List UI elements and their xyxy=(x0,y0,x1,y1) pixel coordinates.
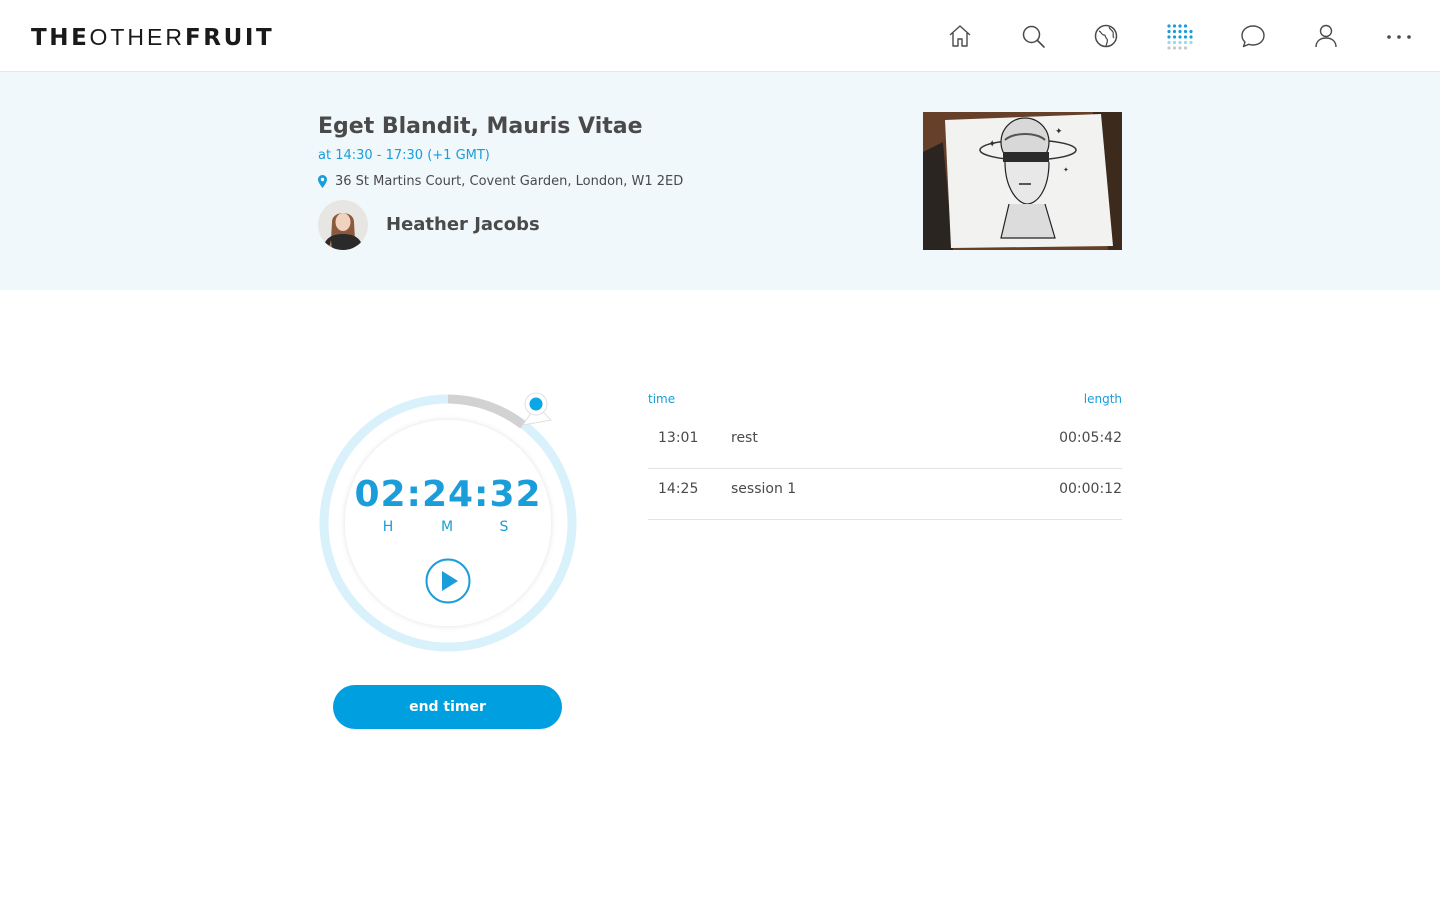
play-icon xyxy=(425,558,471,604)
svg-text:✦: ✦ xyxy=(1063,166,1069,174)
log-header: time length xyxy=(648,392,1122,406)
row-length: 00:05:42 xyxy=(1059,430,1122,446)
play-button[interactable] xyxy=(425,558,471,604)
event-title: Eget Blandit, Mauris Vitae xyxy=(318,114,643,139)
table-row[interactable]: 13:01 rest 00:05:42 xyxy=(648,418,1122,469)
event-address: 36 St Martins Court, Covent Garden, Lond… xyxy=(335,173,684,189)
profile-icon[interactable] xyxy=(1312,22,1340,50)
host-avatar[interactable] xyxy=(318,200,368,250)
timer-handle[interactable] xyxy=(521,392,553,426)
svg-text:✦: ✦ xyxy=(1055,127,1063,137)
time-column-header: time xyxy=(648,392,676,406)
session-log-table: time length 13:01 rest 00:05:42 14:25 se… xyxy=(648,392,1122,520)
search-icon[interactable] xyxy=(1019,22,1047,50)
brand-logo[interactable]: THEOTHERFRUIT xyxy=(31,24,274,51)
length-column-header: length xyxy=(1083,392,1122,406)
seconds-unit-label: S xyxy=(499,519,509,535)
home-icon[interactable] xyxy=(946,22,974,50)
row-length: 00:00:12 xyxy=(1059,481,1122,497)
top-navigation-bar: THEOTHERFRUIT xyxy=(0,0,1440,72)
event-time: at 14:30 - 17:30 (+1 GMT) xyxy=(318,148,490,163)
row-time: 14:25 xyxy=(658,481,699,497)
minutes-unit-label: M xyxy=(440,519,454,535)
event-artwork-image: ✦ ✦ ✦ xyxy=(923,112,1122,250)
grid-icon[interactable] xyxy=(1165,22,1193,50)
row-time: 13:01 xyxy=(658,430,699,446)
timer-display: 02:24:32 xyxy=(354,474,542,515)
more-icon[interactable] xyxy=(1385,22,1413,50)
event-banner xyxy=(0,72,1440,290)
svg-text:✦: ✦ xyxy=(988,139,996,150)
hours-unit-label: H xyxy=(382,519,394,535)
event-location: 36 St Martins Court, Covent Garden, Lond… xyxy=(318,172,683,190)
row-label: rest xyxy=(731,430,758,446)
table-row[interactable]: 14:25 session 1 00:00:12 xyxy=(648,469,1122,520)
globe-icon[interactable] xyxy=(1092,22,1120,50)
row-label: session 1 xyxy=(731,481,797,497)
host-name[interactable]: Heather Jacobs xyxy=(386,214,540,235)
end-timer-button[interactable]: end timer xyxy=(333,685,562,729)
location-pin-icon xyxy=(318,174,327,188)
chat-icon[interactable] xyxy=(1239,22,1267,50)
